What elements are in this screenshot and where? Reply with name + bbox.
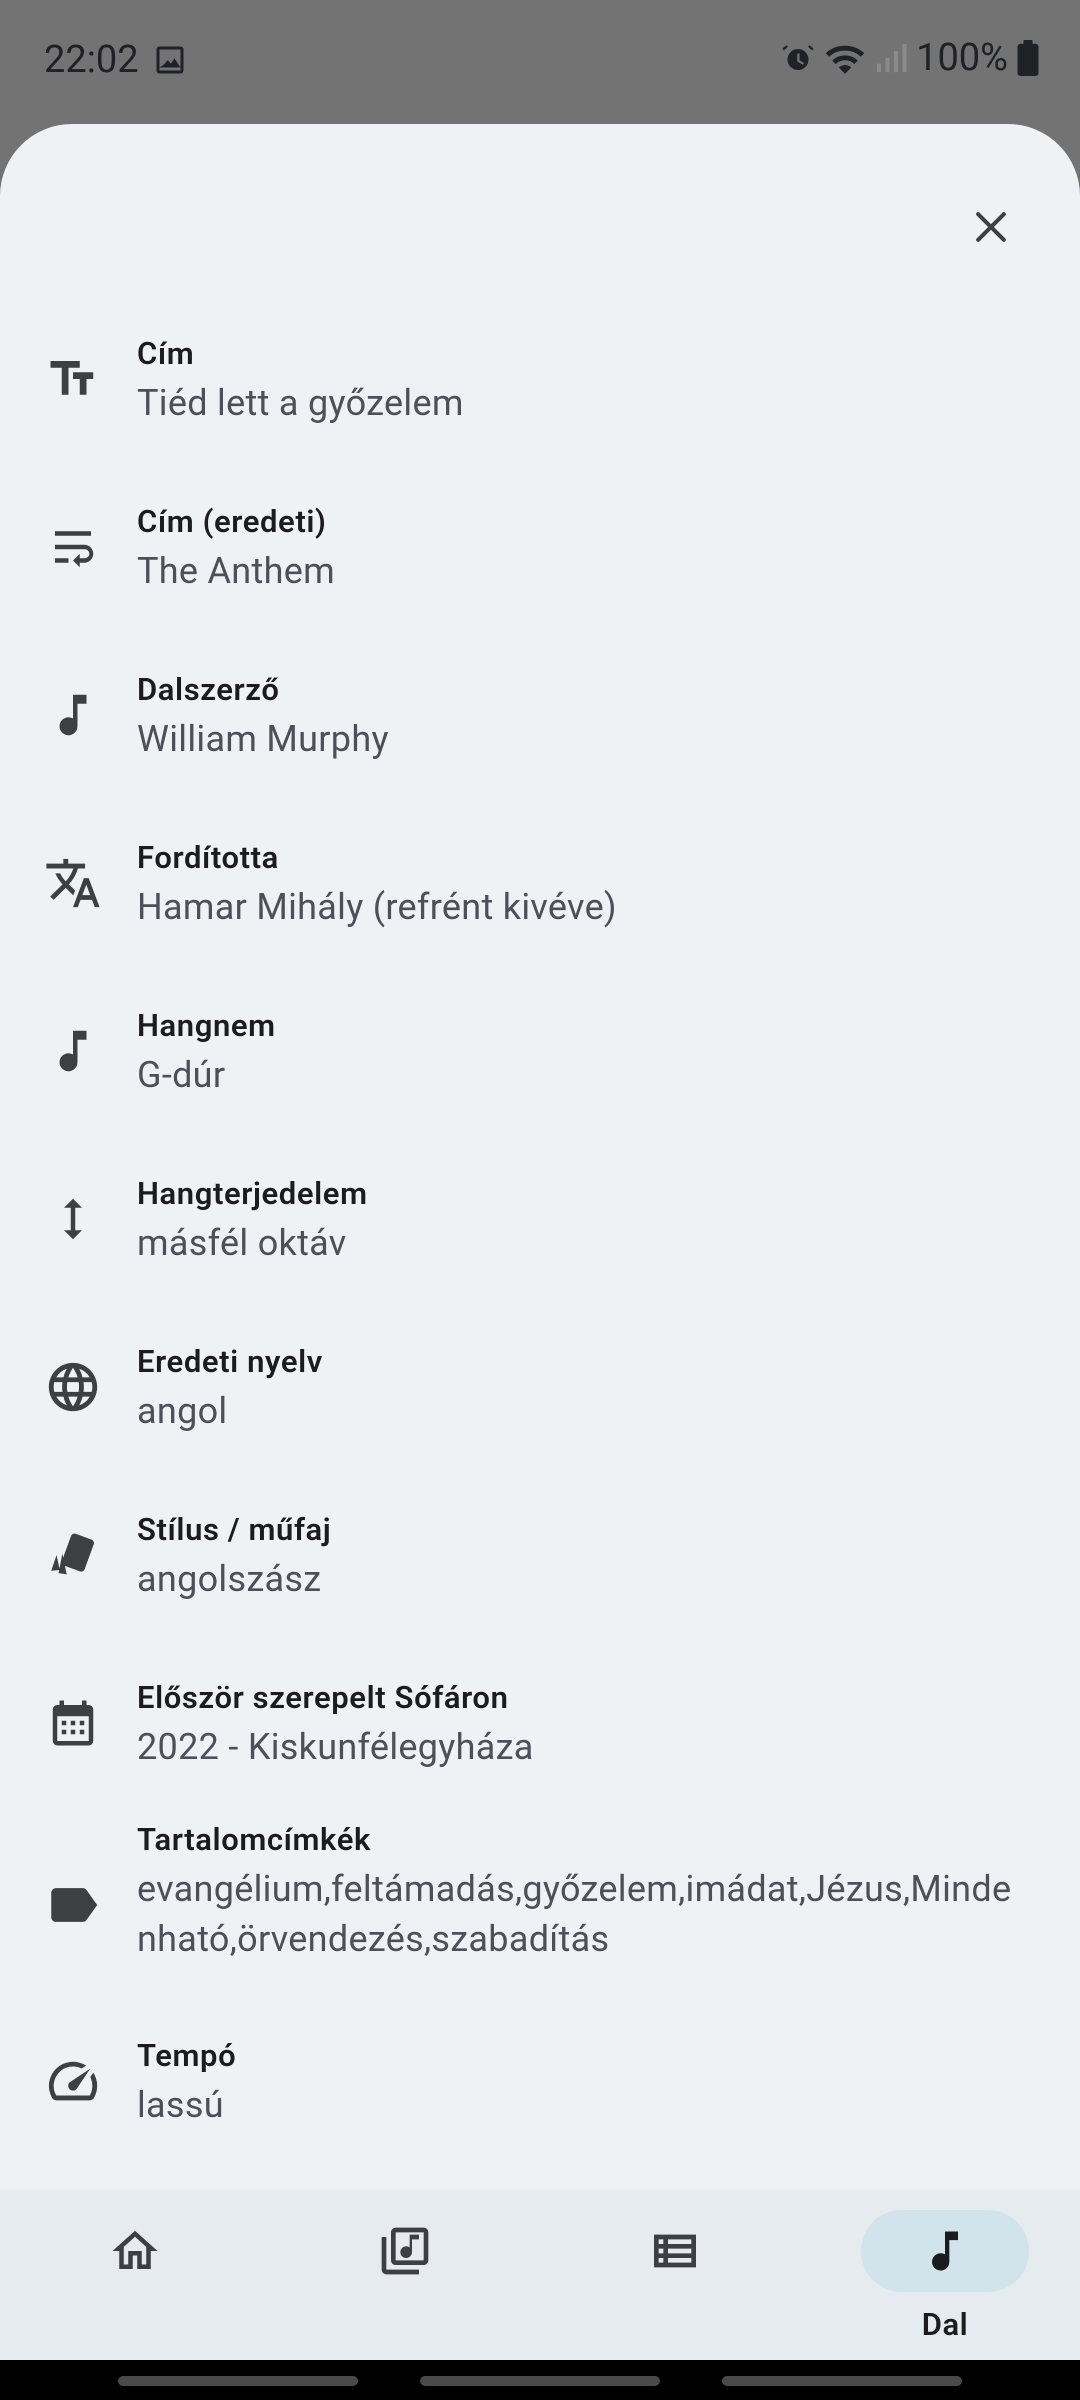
list-icon bbox=[654, 2234, 696, 2268]
detail-row-composer: Dalszerző William Murphy bbox=[0, 670, 1080, 838]
status-bar: 22:02 100% bbox=[0, 0, 1080, 120]
translate-icon bbox=[44, 854, 102, 912]
detail-row-key: Hangnem G-dúr bbox=[0, 1006, 1080, 1174]
detail-value: angol bbox=[137, 1390, 228, 1432]
detail-value: Tiéd lett a győzelem bbox=[137, 382, 464, 424]
detail-value: G-dúr bbox=[137, 1054, 226, 1096]
detail-row-tags: Tartalomcímkék evangélium,feltámadás,győ… bbox=[0, 1820, 1080, 2036]
gesture-bar bbox=[420, 2376, 660, 2386]
wrap-text-icon bbox=[44, 518, 102, 576]
detail-label: Tempó bbox=[137, 2037, 237, 2074]
detail-row-original-language: Eredeti nyelv angol bbox=[0, 1342, 1080, 1510]
detail-label: Dalszerző bbox=[137, 671, 280, 708]
detail-row-style: Stílus / műfaj angolszász bbox=[0, 1510, 1080, 1678]
globe-icon bbox=[44, 1358, 102, 1416]
wifi-icon bbox=[825, 45, 865, 74]
alarm-icon bbox=[782, 45, 814, 70]
style-cards-icon bbox=[44, 1526, 102, 1584]
gesture-bar bbox=[118, 2376, 358, 2386]
battery-percent: 100% bbox=[916, 36, 1008, 80]
detail-row-translator: Fordította Hamar Mihály (refrént kivéve) bbox=[0, 838, 1080, 1006]
nav-song[interactable]: Dal bbox=[810, 2190, 1080, 2360]
nav-music-library[interactable] bbox=[270, 2190, 540, 2360]
detail-row-range: Hangterjedelem másfél oktáv bbox=[0, 1174, 1080, 1342]
detail-value: evangélium,feltámadás,győzelem,imádat,Jé… bbox=[137, 1868, 1012, 1960]
song-details-list: Cím Tiéd lett a győzelem Cím (eredeti) T… bbox=[0, 334, 1080, 2176]
detail-row-original-title: Cím (eredeti) The Anthem bbox=[0, 502, 1080, 670]
detail-value: The Anthem bbox=[137, 550, 335, 592]
battery-icon bbox=[1017, 40, 1039, 76]
detail-row-tempo: Tempó lassú bbox=[0, 2036, 1080, 2176]
nav-pill bbox=[591, 2210, 759, 2292]
detail-label: Tartalomcímkék bbox=[137, 1821, 371, 1858]
detail-value: Hamar Mihály (refrént kivéve) bbox=[137, 886, 617, 928]
music-note-icon bbox=[932, 2231, 958, 2271]
detail-value: angolszász bbox=[137, 1558, 322, 1600]
image-icon bbox=[156, 46, 184, 74]
calendar-icon bbox=[44, 1694, 102, 1752]
nav-pill bbox=[321, 2210, 489, 2292]
detail-label: Először szerepelt Sófáron bbox=[137, 1679, 509, 1716]
text-size-icon bbox=[44, 350, 102, 408]
nav-home[interactable] bbox=[0, 2190, 270, 2360]
system-gesture-area bbox=[0, 2360, 1080, 2400]
detail-label: Fordította bbox=[137, 839, 279, 876]
home-icon bbox=[112, 2230, 158, 2269]
detail-label: Stílus / műfaj bbox=[137, 1511, 332, 1548]
gesture-bar bbox=[722, 2376, 962, 2386]
detail-label: Cím (eredeti) bbox=[137, 503, 327, 540]
detail-value: másfél oktáv bbox=[137, 1222, 347, 1264]
vertical-arrows-icon bbox=[44, 1190, 102, 1248]
bottom-navigation: Dal bbox=[0, 2190, 1080, 2360]
signal-icon bbox=[876, 43, 907, 73]
detail-value: 2022 - Kiskunfélegyháza bbox=[137, 1726, 534, 1768]
detail-label: Eredeti nyelv bbox=[137, 1343, 323, 1380]
speedometer-icon bbox=[44, 2052, 102, 2110]
music-note-icon bbox=[44, 686, 102, 744]
status-icons: 100% bbox=[780, 36, 1040, 80]
close-icon bbox=[976, 212, 1006, 242]
nav-pill bbox=[51, 2210, 219, 2292]
detail-label: Cím bbox=[137, 335, 195, 372]
detail-label: Hangnem bbox=[137, 1007, 276, 1044]
music-note-icon bbox=[44, 1022, 102, 1080]
song-details-sheet: Cím Tiéd lett a győzelem Cím (eredeti) T… bbox=[0, 124, 1080, 2400]
detail-row-title: Cím Tiéd lett a győzelem bbox=[0, 334, 1080, 502]
status-time: 22:02 bbox=[44, 38, 139, 82]
detail-row-first-appearance: Először szerepelt Sófáron 2022 - Kiskunf… bbox=[0, 1678, 1080, 1820]
label-tag-icon bbox=[44, 1876, 102, 1934]
close-button[interactable] bbox=[948, 184, 1034, 270]
detail-label: Hangterjedelem bbox=[137, 1175, 368, 1212]
music-library-icon bbox=[381, 2227, 429, 2275]
nav-pill-active bbox=[861, 2210, 1029, 2292]
nav-list[interactable] bbox=[540, 2190, 810, 2360]
nav-song-label: Dal bbox=[921, 2306, 969, 2343]
detail-value: lassú bbox=[137, 2084, 224, 2126]
detail-value: William Murphy bbox=[137, 718, 389, 760]
